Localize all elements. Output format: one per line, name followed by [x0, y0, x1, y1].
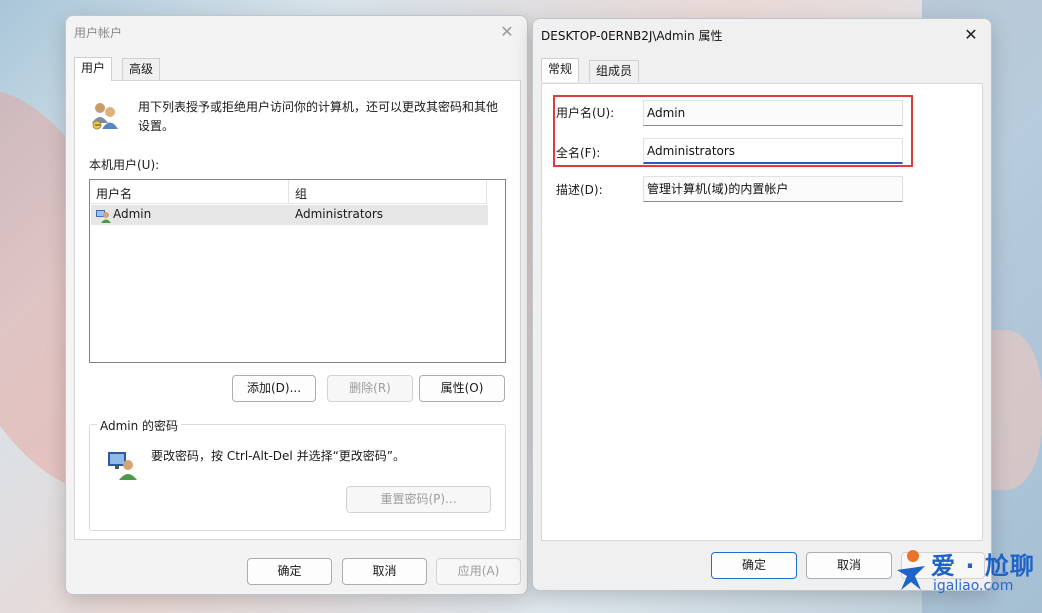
- tab-member-of[interactable]: 组成员: [589, 60, 640, 82]
- properties-button[interactable]: 属性(O): [419, 375, 505, 402]
- column-header-group[interactable]: 组: [295, 185, 307, 202]
- column-header-username[interactable]: 用户名: [96, 185, 132, 202]
- cancel-button[interactable]: 取消: [342, 558, 427, 585]
- window-title: 用户帐户: [74, 26, 123, 40]
- description-label: 描述(D):: [556, 183, 603, 197]
- title-bar[interactable]: DESKTOP-0ERNB2J\Admin 属性 ✕: [533, 19, 991, 51]
- row-username: Admin: [113, 207, 152, 221]
- username-field[interactable]: Admin: [643, 100, 903, 126]
- watermark-logo: 爱 · 尬聊 igaliao.com: [893, 542, 1038, 604]
- tab-users[interactable]: 用户: [74, 57, 113, 81]
- fullname-field[interactable]: Administrators: [643, 138, 903, 164]
- local-users-label: 本机用户(U):: [89, 158, 160, 172]
- password-user-icon: [108, 452, 137, 480]
- watermark-url: igaliao.com: [933, 578, 1014, 594]
- tab-advanced[interactable]: 高级: [122, 58, 161, 80]
- watermark-name: 爱 · 尬聊: [931, 552, 1035, 580]
- cancel-button[interactable]: 取消: [806, 552, 892, 579]
- remove-button[interactable]: 删除(R): [327, 375, 413, 402]
- apply-button[interactable]: 应用(A): [436, 558, 521, 585]
- username-label: 用户名(U):: [556, 106, 615, 120]
- row-group: Administrators: [295, 207, 384, 221]
- add-button[interactable]: 添加(D)...: [232, 375, 316, 402]
- users-icon: [92, 103, 118, 130]
- user-icon: [96, 210, 111, 223]
- users-tab-panel: 用下列表授予或拒绝用户访问你的计算机，还可以更改其密码和其他设置。 本机用户(U…: [74, 80, 521, 540]
- intro-text: 用下列表授予或拒绝用户访问你的计算机，还可以更改其密码和其他设置。: [138, 100, 499, 133]
- list-header: 用户名 组: [90, 180, 487, 204]
- tab-general[interactable]: 常规: [541, 58, 580, 82]
- general-tab-panel: 用户名(U): Admin 全名(F): Administrators 描述(D…: [541, 83, 983, 541]
- password-groupbox: 要改密码，按 Ctrl-Alt-Del 并选择“更改密码”。 重置密码(P)..…: [89, 424, 506, 531]
- close-icon[interactable]: ✕: [493, 18, 521, 46]
- table-row[interactable]: Admin Administrators: [91, 205, 488, 225]
- description-field[interactable]: 管理计算机(域)的内置帐户: [643, 176, 903, 202]
- close-icon[interactable]: ✕: [957, 21, 985, 49]
- ok-button[interactable]: 确定: [711, 552, 797, 579]
- reset-password-button[interactable]: 重置密码(P)...: [346, 486, 491, 513]
- password-instructions: 要改密码，按 Ctrl-Alt-Del 并选择“更改密码”。: [151, 449, 406, 463]
- title-bar[interactable]: 用户帐户 ✕: [66, 16, 527, 48]
- watermark-figure-icon: [897, 550, 925, 590]
- window-title: DESKTOP-0ERNB2J\Admin 属性: [541, 29, 723, 43]
- password-group-title: Admin 的密码: [97, 417, 182, 434]
- fullname-label: 全名(F):: [556, 146, 601, 160]
- ok-button[interactable]: 确定: [247, 558, 332, 585]
- user-accounts-window: 用户帐户 ✕ 用户 高级 用下列表授予或拒绝用户访问你的计算机，还可以更改其密码…: [65, 15, 528, 595]
- admin-properties-window: DESKTOP-0ERNB2J\Admin 属性 ✕ 常规 组成员 用户名(U)…: [532, 18, 992, 591]
- users-list[interactable]: 用户名 组 Admin Administrators: [89, 179, 506, 363]
